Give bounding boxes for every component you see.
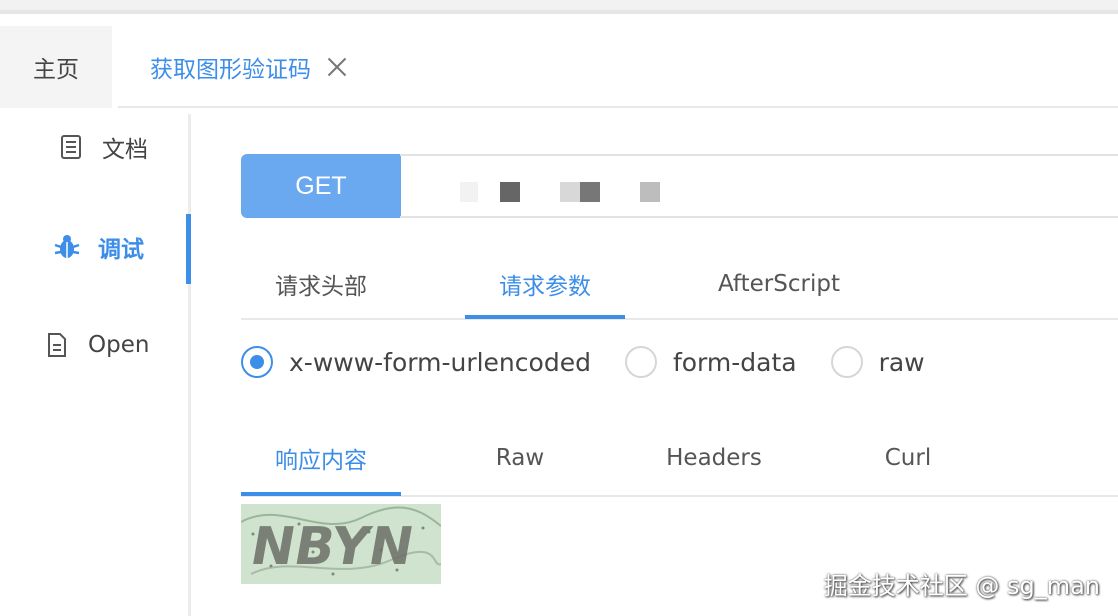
watermark-text: 掘金技术社区 @ sg_man — [823, 572, 1100, 600]
window-top-strip — [0, 0, 1118, 14]
radio-circle — [241, 346, 273, 378]
redacted-url-fragment — [640, 182, 660, 202]
sidebar-item-docs[interactable]: 文档 — [56, 130, 148, 164]
sidebar-item-open[interactable]: Open — [42, 330, 149, 360]
method-button[interactable]: GET — [241, 154, 401, 218]
tab-bar: 主页 获取图形验证码 — [0, 26, 1118, 108]
url-input[interactable] — [400, 154, 1118, 218]
sidebar-active-indicator — [186, 214, 191, 284]
radio-label: form-data — [672, 347, 797, 377]
radio-x-www-form-urlencoded[interactable]: x-www-form-urlencoded — [241, 346, 591, 378]
tab-response-content[interactable]: 响应内容 — [241, 420, 401, 496]
radio-label: x-www-form-urlencoded — [289, 347, 591, 377]
radio-circle — [624, 346, 657, 378]
tab-get-captcha-label: 获取图形验证码 — [150, 57, 311, 83]
tab-afterscript[interactable]: AfterScript — [690, 248, 868, 320]
sidebar-item-debug[interactable]: 调试 — [52, 230, 144, 264]
body-type-group: x-www-form-urlencoded form-data raw — [241, 340, 959, 384]
close-icon[interactable] — [325, 55, 349, 79]
sidebar-item-label: 文档 — [102, 137, 148, 163]
radio-circle — [830, 346, 863, 378]
radio-label: raw — [878, 347, 925, 377]
tab-response-curl[interactable]: Curl — [828, 420, 988, 496]
redacted-url-fragment — [460, 182, 478, 202]
request-tab-active-indicator — [465, 315, 625, 319]
captcha-image: NBYN — [241, 504, 441, 584]
response-tab-active-indicator — [241, 492, 401, 496]
captcha-text: NBYN — [246, 516, 418, 577]
sidebar-divider — [188, 114, 191, 616]
sidebar-item-label: Open — [88, 332, 150, 358]
document-icon — [56, 132, 86, 162]
request-tabs-divider — [241, 318, 1118, 320]
radio-form-data[interactable]: form-data — [624, 346, 797, 378]
tab-request-params[interactable]: 请求参数 — [465, 248, 625, 320]
bug-icon — [52, 232, 82, 262]
sidebar: 文档 调试 Open — [0, 108, 192, 616]
sidebar-item-label: 调试 — [98, 237, 144, 263]
redacted-url-fragment — [500, 182, 520, 202]
tab-home[interactable]: 主页 — [0, 26, 112, 108]
tab-response-raw[interactable]: Raw — [440, 420, 600, 496]
redacted-url-fragment — [580, 182, 600, 202]
tab-response-headers[interactable]: Headers — [634, 420, 794, 496]
tab-get-captcha[interactable]: 获取图形验证码 — [112, 26, 349, 108]
file-icon — [42, 330, 72, 360]
tab-request-headers[interactable]: 请求头部 — [241, 248, 401, 320]
radio-raw[interactable]: raw — [830, 346, 925, 378]
redacted-url-fragment — [560, 182, 580, 202]
tab-bar-divider — [118, 106, 1118, 108]
